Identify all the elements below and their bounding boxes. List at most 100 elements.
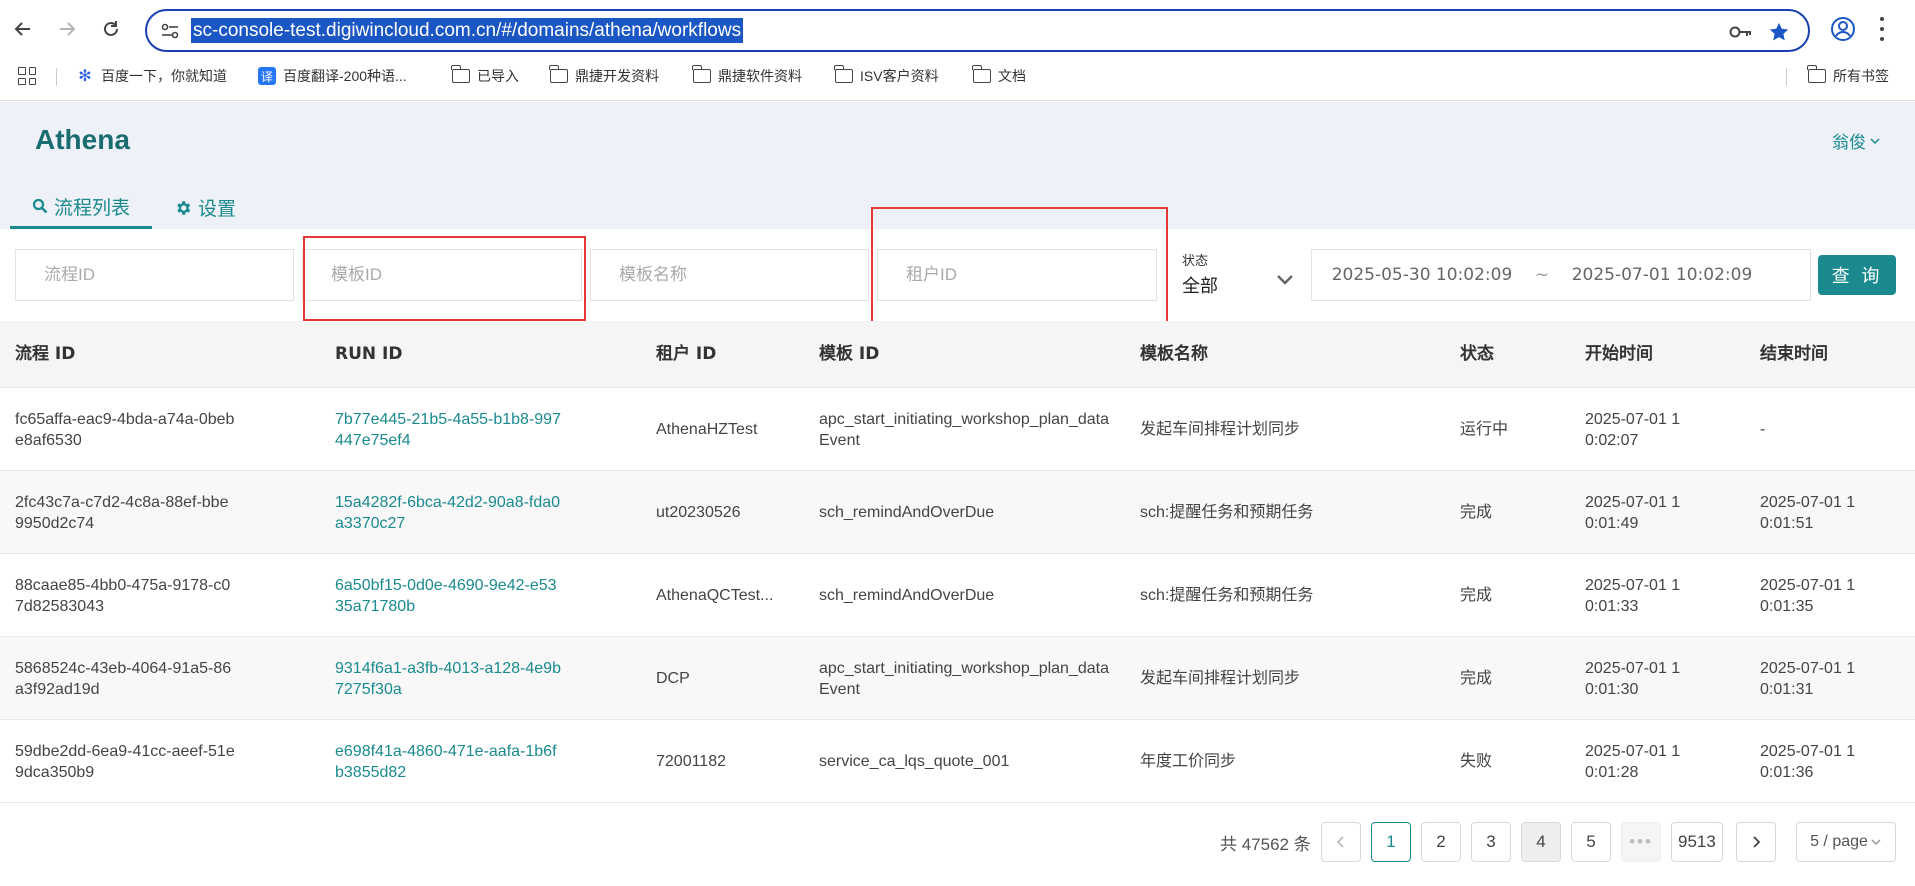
- bookmark-label: 百度一下，你就知道: [101, 68, 227, 84]
- back-icon[interactable]: [7, 13, 39, 45]
- browser-chrome: sc-console-test.digiwincloud.com.cn/#/do…: [0, 0, 1915, 101]
- cell-process-id: 2fc43c7a-c7d2-4c8a-88ef-bbe9950d2c74: [15, 493, 229, 532]
- cell-tenant-id: ut20230526: [656, 504, 741, 521]
- folder-icon: [692, 65, 711, 83]
- tab-workflow-list[interactable]: 流程列表: [10, 186, 153, 229]
- reload-icon[interactable]: [95, 13, 127, 45]
- next-page-button[interactable]: [1736, 822, 1776, 862]
- tenant-id-input[interactable]: [877, 249, 1157, 301]
- cell-template-name: 发起车间排程计划同步: [1140, 421, 1301, 438]
- chevron-left-icon: [1336, 836, 1344, 848]
- cell-run-id-link[interactable]: 9314f6a1-a3fb-4013-a128-4e9b7275f30a: [335, 637, 565, 720]
- cell-process-id: 59dbe2dd-6ea9-41cc-aeef-51e9dca350b9: [15, 742, 235, 781]
- date-start[interactable]: 2025-05-30 10:02:09: [1312, 265, 1532, 285]
- bookmark-folder-dev[interactable]: 鼎捷开发资料: [549, 64, 659, 88]
- cell-run-id-link[interactable]: 7b77e445-21b5-4a55-b1b8-997447e75ef4: [335, 388, 565, 471]
- bookmark-folder-docs[interactable]: 文档: [972, 64, 1026, 88]
- address-bar[interactable]: sc-console-test.digiwincloud.com.cn/#/do…: [145, 9, 1810, 52]
- template-name-input[interactable]: [590, 249, 869, 301]
- bookmark-folder-software[interactable]: 鼎捷软件资料: [692, 64, 802, 88]
- cell-run-id-link[interactable]: 15a4282f-6bca-42d2-90a8-fda0a3370c27: [335, 471, 565, 554]
- column-header-tenant-id: 租户 ID: [656, 344, 717, 364]
- page-button-last[interactable]: 9513: [1671, 822, 1723, 862]
- tab-label: 设置: [198, 198, 237, 220]
- cell-end-time: -: [1760, 421, 1766, 438]
- folder-icon: [1807, 65, 1826, 83]
- chevron-down-icon: [1870, 137, 1880, 144]
- page-button-3[interactable]: 3: [1471, 822, 1511, 862]
- apps-grid-icon[interactable]: [18, 67, 36, 85]
- page-button-2[interactable]: 2: [1421, 822, 1461, 862]
- cell-status: 完成: [1460, 504, 1493, 521]
- cell-status: 失败: [1460, 753, 1493, 770]
- bookmark-folder-isv[interactable]: ISV客户资料: [834, 64, 939, 88]
- query-button[interactable]: 查 询: [1818, 255, 1896, 295]
- tab-label: 流程列表: [54, 196, 131, 219]
- bookmark-label: ISV客户资料: [860, 68, 939, 84]
- date-separator: ~: [1534, 265, 1550, 285]
- page-size-select[interactable]: 5 / page: [1796, 822, 1896, 862]
- cell-start-time: 2025-07-01 10:01:49: [1585, 493, 1681, 532]
- date-end[interactable]: 2025-07-01 10:02:09: [1552, 265, 1772, 285]
- status-select[interactable]: 状态 全部: [1170, 247, 1305, 303]
- cell-template-name: sch:提醒任务和预期任务: [1140, 587, 1314, 604]
- user-name: 翁俊: [1832, 133, 1866, 153]
- profile-icon[interactable]: [1830, 16, 1856, 42]
- table-row: 5868524c-43eb-4064-91a5-86a3f92ad19d 931…: [0, 637, 1915, 720]
- bookmark-baidu[interactable]: ✻ 百度一下，你就知道: [76, 64, 227, 88]
- total-count: 共 47562 条: [1220, 835, 1311, 854]
- process-id-input[interactable]: [15, 249, 294, 301]
- page-button-4[interactable]: 4: [1521, 822, 1561, 862]
- main-tabs: 流程列表 设置: [10, 186, 258, 229]
- browser-menu-icon[interactable]: [1872, 14, 1892, 44]
- url-text[interactable]: sc-console-test.digiwincloud.com.cn/#/do…: [191, 18, 744, 43]
- all-bookmarks-label: 所有书签: [1833, 68, 1889, 84]
- date-range-picker[interactable]: 2025-05-30 10:02:09 ~ 2025-07-01 10:02:0…: [1311, 249, 1811, 301]
- cell-status: 运行中: [1460, 421, 1509, 438]
- all-bookmarks[interactable]: 所有书签: [1807, 64, 1889, 88]
- bookmark-separator: [1786, 68, 1787, 86]
- column-header-start-time: 开始时间: [1585, 344, 1653, 364]
- cell-template-name: 发起车间排程计划同步: [1140, 670, 1301, 687]
- page-button-5[interactable]: 5: [1571, 822, 1611, 862]
- cell-status: 完成: [1460, 670, 1493, 687]
- cell-template-name: 年度工价同步: [1140, 753, 1237, 770]
- column-header-template-id: 模板 ID: [819, 344, 880, 364]
- prev-page-button[interactable]: [1321, 822, 1361, 862]
- cell-tenant-id: DCP: [656, 670, 690, 687]
- cell-start-time: 2025-07-01 10:01:28: [1585, 742, 1681, 781]
- cell-process-id: fc65affa-eac9-4bda-a74a-0bebe8af6530: [15, 410, 235, 449]
- filter-bar: 状态 全部 2025-05-30 10:02:09 ~ 2025-07-01 1…: [0, 229, 1915, 321]
- folder-icon: [834, 65, 853, 83]
- user-menu[interactable]: 翁俊: [1832, 128, 1881, 153]
- bookmark-fanyi[interactable]: 译 百度翻译-200种语...: [258, 64, 407, 88]
- folder-icon: [549, 65, 568, 83]
- cell-run-id-link[interactable]: e698f41a-4860-471e-aafa-1b6fb3855d82: [335, 720, 565, 803]
- cell-end-time: 2025-07-01 10:01:51: [1760, 493, 1856, 532]
- page-ellipsis[interactable]: •••: [1621, 822, 1661, 862]
- bookmark-star-icon[interactable]: [1767, 20, 1791, 44]
- cell-tenant-id: 72001182: [656, 753, 726, 770]
- folder-icon: [451, 65, 470, 83]
- cell-template-id: apc_start_initiating_workshop_plan_dataE…: [819, 410, 1109, 449]
- status-label: 状态: [1182, 254, 1209, 269]
- template-id-input[interactable]: [302, 249, 582, 301]
- table-row: 2fc43c7a-c7d2-4c8a-88ef-bbe9950d2c74 15a…: [0, 471, 1915, 554]
- bookmark-label: 百度翻译-200种语...: [283, 68, 407, 84]
- column-header-status: 状态: [1460, 344, 1494, 364]
- page-button-1[interactable]: 1: [1371, 822, 1411, 862]
- site-info-icon[interactable]: [159, 20, 181, 42]
- fanyi-icon: 译: [258, 67, 276, 85]
- cell-start-time: 2025-07-01 10:02:07: [1585, 410, 1681, 449]
- password-key-icon[interactable]: [1729, 20, 1753, 44]
- forward-icon[interactable]: [51, 13, 83, 45]
- tab-settings[interactable]: 设置: [152, 186, 258, 229]
- bookmark-folder-imported[interactable]: 已导入: [451, 64, 519, 88]
- baidu-paw-icon: ✻: [78, 68, 92, 85]
- cell-run-id-link[interactable]: 6a50bf15-0d0e-4690-9e42-e5335a71780b: [335, 554, 565, 637]
- chevron-down-icon: [1277, 275, 1293, 285]
- cell-tenant-id: AthenaQCTest...: [656, 587, 774, 604]
- table-row: fc65affa-eac9-4bda-a74a-0bebe8af6530 7b7…: [0, 388, 1915, 471]
- workflow-table: 流程 ID RUN ID 租户 ID 模板 ID 模板名称 状态 开始时间 结束…: [0, 321, 1915, 803]
- cell-end-time: 2025-07-01 10:01:35: [1760, 576, 1856, 615]
